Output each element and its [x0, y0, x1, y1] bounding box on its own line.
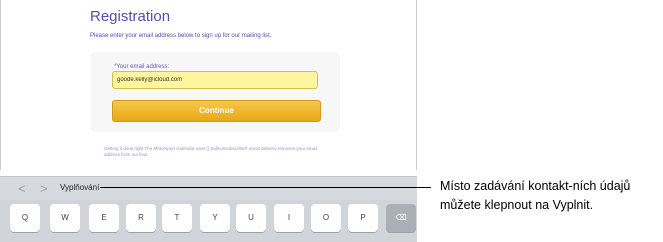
key-w[interactable]: W: [50, 204, 80, 232]
email-field[interactable]: [112, 71, 318, 89]
continue-button[interactable]: Continue: [112, 100, 321, 122]
key-q[interactable]: Q: [10, 204, 40, 232]
screen-right-edge: [416, 0, 417, 170]
backspace-icon[interactable]: ⌫: [386, 204, 416, 232]
key-p[interactable]: P: [348, 204, 378, 232]
ipad-screen: Registration Please enter your email add…: [0, 0, 417, 242]
key-t[interactable]: T: [162, 204, 192, 232]
chevron-left-icon[interactable]: <: [18, 182, 26, 195]
input-accessory-bar: < > Vyplňování: [0, 176, 417, 200]
callout-leader-line: [100, 187, 431, 188]
page-subtitle: Please enter your email address below to…: [90, 33, 272, 39]
key-e[interactable]: E: [89, 204, 119, 232]
footer-note: Getting it done right The Motorsport Cal…: [104, 146, 318, 157]
key-i[interactable]: I: [274, 204, 304, 232]
key-o[interactable]: O: [311, 204, 341, 232]
page-title: Registration: [90, 8, 171, 25]
autofill-button[interactable]: Vyplňování: [60, 183, 99, 192]
key-u[interactable]: U: [236, 204, 266, 232]
keyboard: Q W E R T Y U I O P ⌫: [0, 200, 417, 242]
key-r[interactable]: R: [126, 204, 156, 232]
email-field-label: *Your email address:: [114, 64, 170, 70]
key-y[interactable]: Y: [200, 204, 230, 232]
callout-text: Místo zadávání kontakt-ních údajů můžete…: [440, 179, 631, 212]
chevron-right-icon[interactable]: >: [40, 182, 48, 195]
screen-left-edge: [0, 0, 1, 170]
